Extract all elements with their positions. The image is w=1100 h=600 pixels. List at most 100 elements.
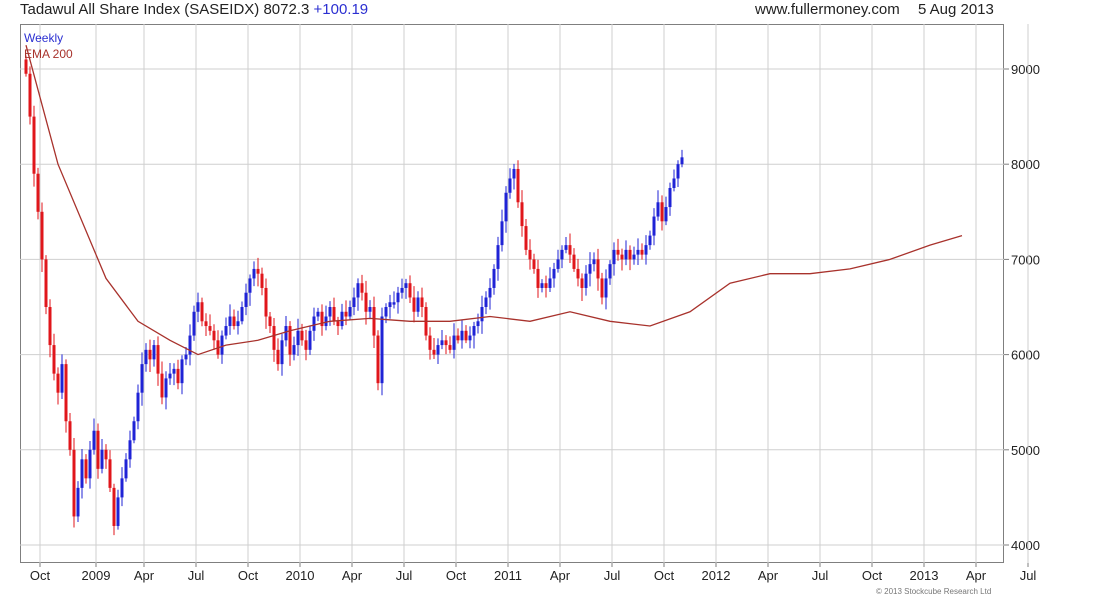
candle-body — [184, 354, 188, 360]
candle-body — [52, 345, 56, 374]
x-tick-label: 2012 — [702, 568, 731, 583]
candle-body — [168, 373, 172, 379]
candle-body — [264, 287, 268, 317]
candle-body — [632, 254, 636, 260]
candle-body — [492, 268, 496, 288]
candle-body — [316, 311, 320, 317]
candle-body — [388, 302, 392, 307]
candle-body — [412, 297, 416, 312]
candle-body — [312, 316, 316, 331]
candle-body — [372, 307, 376, 336]
candle-body — [272, 326, 276, 350]
candle-body — [200, 302, 204, 322]
candle-body — [60, 364, 64, 393]
candle-body — [196, 302, 200, 312]
y-tick-label: 5000 — [1011, 443, 1040, 458]
candle-body — [476, 321, 480, 327]
candle-body — [672, 178, 676, 188]
x-tick-label: Apr — [550, 568, 571, 583]
candle-body — [24, 59, 28, 74]
legend-ema-200: EMA 200 — [24, 47, 73, 61]
candle-body — [144, 349, 148, 365]
x-tick-label: Oct — [862, 568, 883, 583]
candle-body — [524, 226, 528, 250]
candle-body — [360, 283, 364, 293]
candle-body — [76, 487, 80, 517]
candle-body — [432, 349, 436, 355]
candle-body — [276, 349, 280, 365]
x-tick-label: Apr — [134, 568, 155, 583]
candle-body — [40, 211, 44, 260]
candle-body — [644, 245, 648, 255]
candle-body — [124, 459, 128, 479]
candle-body — [552, 268, 556, 279]
candle-body — [392, 302, 396, 305]
candle-body — [96, 430, 100, 469]
candle-body — [56, 373, 60, 393]
candle-body — [440, 340, 444, 346]
candle-body — [628, 249, 632, 260]
candle-body — [284, 326, 288, 341]
candle-body — [104, 449, 108, 460]
x-tick-label: Jul — [188, 568, 205, 583]
x-tick-label: 2009 — [82, 568, 111, 583]
candle-body — [220, 335, 224, 355]
x-tick-label: Jul — [396, 568, 413, 583]
candle-body — [108, 459, 112, 488]
candle-body — [404, 283, 408, 288]
candle-body — [592, 259, 596, 265]
candle-body — [516, 168, 520, 203]
candle-body — [92, 430, 96, 450]
candle-body — [612, 249, 616, 265]
candle-body — [80, 459, 84, 488]
x-tick-label: Apr — [966, 568, 987, 583]
y-tick-label: 7000 — [1011, 252, 1040, 267]
x-tick-label: Oct — [30, 568, 51, 583]
candle-body — [332, 307, 336, 322]
x-tick-label: Oct — [654, 568, 675, 583]
candle-body — [176, 368, 180, 384]
candle-body — [468, 335, 472, 341]
candle-body — [84, 459, 88, 479]
candle-body — [508, 178, 512, 193]
candle-body — [636, 249, 640, 255]
candle-body — [560, 249, 564, 260]
candle-body — [376, 335, 380, 384]
candle-body — [252, 268, 256, 279]
candle-body — [600, 278, 604, 298]
candle-body — [156, 345, 160, 374]
y-tick-label: 8000 — [1011, 157, 1040, 172]
candle-body — [228, 316, 232, 327]
candle-body — [232, 316, 236, 327]
candle-body — [504, 192, 508, 222]
candle-body — [652, 216, 656, 236]
candle-body — [172, 368, 176, 374]
candle-body — [128, 440, 132, 460]
x-tick-label: Jul — [1020, 568, 1037, 583]
copyright-notice: © 2013 Stockcube Research Ltd — [876, 587, 992, 596]
y-tick-label: 9000 — [1011, 62, 1040, 77]
candle-body — [236, 321, 240, 327]
candle-body — [540, 283, 544, 288]
y-tick-label: 4000 — [1011, 538, 1040, 553]
x-tick-label: 2010 — [286, 568, 315, 583]
candle-body — [136, 392, 140, 422]
candle-body — [260, 273, 264, 288]
x-tick-label: Oct — [446, 568, 467, 583]
candle-body — [140, 364, 144, 393]
candle-body — [408, 283, 412, 298]
legend-weekly: Weekly — [24, 31, 64, 45]
candle-body — [352, 297, 356, 307]
candle-body — [384, 307, 388, 317]
candle-body — [396, 292, 400, 303]
candle-body — [512, 168, 516, 179]
candle-body — [676, 164, 680, 179]
candle-body — [164, 378, 168, 398]
candle-body — [608, 264, 612, 279]
candle-body — [436, 345, 440, 355]
candle-body — [212, 330, 216, 341]
candle-body — [248, 278, 252, 293]
candle-body — [368, 307, 372, 312]
candle-body — [596, 259, 600, 279]
candle-body — [300, 330, 304, 341]
